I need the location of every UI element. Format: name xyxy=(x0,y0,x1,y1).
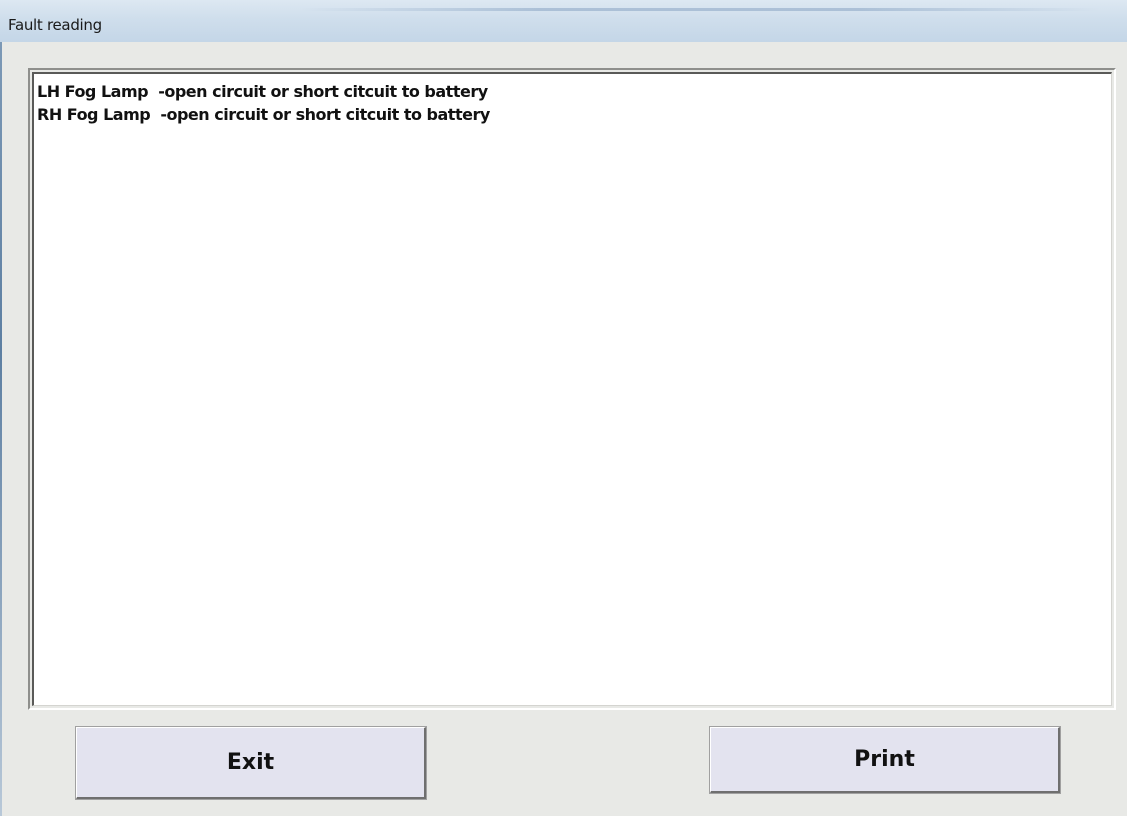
fault-reading-window: Fault reading LH Fog Lamp -open circuit … xyxy=(0,0,1127,816)
fault-line-rh-fog-lamp: RH Fog Lamp -open circuit or short citcu… xyxy=(37,105,490,124)
print-button[interactable]: Print xyxy=(709,726,1061,794)
exit-button[interactable]: Exit xyxy=(75,726,427,800)
fault-list-box[interactable]: LH Fog Lamp -open circuit or short citcu… xyxy=(32,72,1112,706)
window-left-border xyxy=(0,42,2,816)
window-title: Fault reading xyxy=(8,16,102,34)
fault-list-frame: LH Fog Lamp -open circuit or short citcu… xyxy=(28,68,1116,710)
title-bar[interactable]: Fault reading xyxy=(0,0,1127,42)
fault-line-lh-fog-lamp: LH Fog Lamp -open circuit or short citcu… xyxy=(37,82,488,101)
